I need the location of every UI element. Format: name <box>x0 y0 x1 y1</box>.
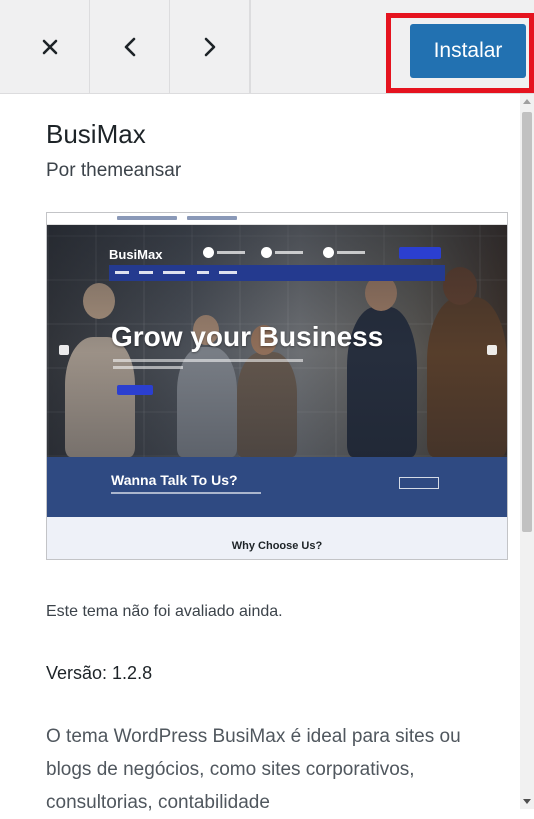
close-button[interactable] <box>10 0 90 93</box>
screenshot-topbar <box>47 213 507 225</box>
chevron-right-icon <box>204 37 215 56</box>
scroll-down-arrow-icon[interactable] <box>520 795 534 809</box>
toolbar-divider <box>250 0 251 93</box>
screenshot-cta-section: Wanna Talk To Us? <box>47 457 507 517</box>
chevron-left-icon <box>124 37 135 56</box>
vertical-scrollbar[interactable] <box>520 94 534 809</box>
theme-version: Versão: 1.2.8 <box>46 663 153 683</box>
screenshot-why-title: Why Choose Us? <box>231 540 323 552</box>
install-button[interactable]: Instalar <box>410 24 526 78</box>
screenshot-prev-arrow-icon <box>59 345 69 355</box>
screenshot-nav <box>109 265 445 281</box>
previous-theme-button[interactable] <box>90 0 170 93</box>
screenshot-next-arrow-icon <box>487 345 497 355</box>
next-theme-button[interactable] <box>170 0 250 93</box>
theme-description: O tema WordPress BusiMax é ideal para si… <box>46 726 461 813</box>
theme-screenshot: BusiMax Grow your Business Wanna Talk To… <box>46 212 508 560</box>
screenshot-quote-button <box>399 247 441 259</box>
theme-rating-text: Este tema não foi avaliado ainda. <box>46 603 283 620</box>
screenshot-hero-title: Grow your Business <box>111 321 384 352</box>
screenshot-brand: BusiMax <box>109 247 163 262</box>
theme-name: BusiMax <box>46 119 146 149</box>
scroll-up-arrow-icon[interactable] <box>520 94 534 108</box>
theme-author: Por themeansar <box>46 160 182 181</box>
screenshot-hero: BusiMax Grow your Business <box>47 225 507 457</box>
close-icon <box>42 39 57 54</box>
scrollbar-thumb[interactable] <box>522 112 532 532</box>
screenshot-read-more-button <box>117 385 153 395</box>
screenshot-cta-button <box>399 477 439 489</box>
screenshot-cta-title: Wanna Talk To Us? <box>111 472 238 488</box>
screenshot-why-section: Why Choose Us? <box>47 517 507 559</box>
